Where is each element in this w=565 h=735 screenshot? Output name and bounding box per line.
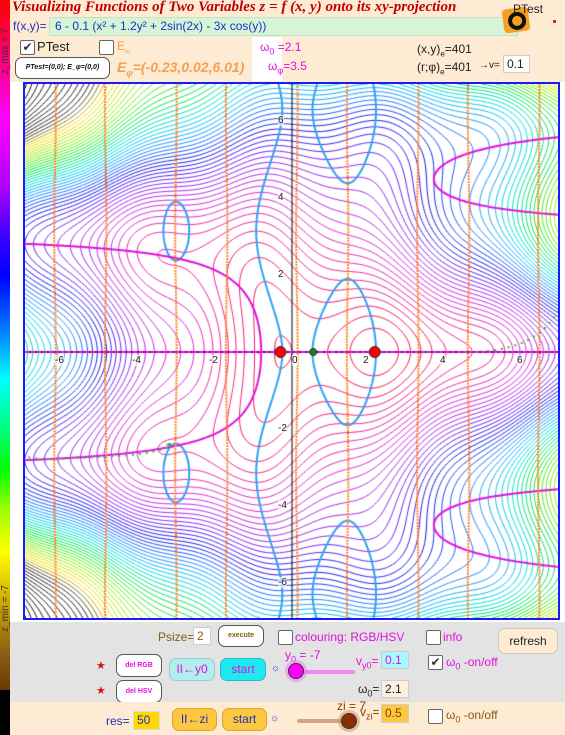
y0-animation-icon: ☼ xyxy=(271,663,281,674)
execute-button[interactable]: execute xyxy=(218,625,264,647)
star-icon-hsv: ★ xyxy=(96,685,106,697)
star-icon-rgb: ★ xyxy=(96,660,106,672)
omega0-value: =2.1 xyxy=(274,40,302,54)
omegaphi-readout: ωφ=3.5 xyxy=(268,59,307,75)
omega0-input-sub: 0 xyxy=(367,688,373,699)
omega0-on-suffix: -on/off xyxy=(460,655,498,669)
app-title: Visualizing Functions of Two Variables z… xyxy=(12,0,457,15)
start-y0-button[interactable]: start xyxy=(220,658,266,681)
res-label: res= xyxy=(106,714,130,728)
y0-slider-track[interactable] xyxy=(295,670,355,674)
omega0-input-label: ω0= xyxy=(358,682,380,699)
y-tick-label: 4 xyxy=(278,192,284,203)
ein-checkbox[interactable] xyxy=(99,40,114,55)
xy-e-readout: (x,y)e=401 xyxy=(417,42,472,58)
e-phi-readout: Eφ=(-0.23,0.02,6.01) xyxy=(117,59,244,78)
omega0-on-label: ω0 -on/off xyxy=(446,655,498,671)
omega0-input-label-text: ω xyxy=(358,682,368,696)
reset-y0-button[interactable]: II←y0 xyxy=(169,658,215,681)
contour-canvas[interactable] xyxy=(25,84,558,618)
info-label: info xyxy=(443,630,463,644)
x-tick-label: -2 xyxy=(209,355,218,366)
y0-slider-handle[interactable] xyxy=(288,663,304,679)
y0-slider-value: = -7 xyxy=(296,648,321,662)
omegaphi-label: ω xyxy=(268,59,278,73)
ptest-reset-button[interactable]: PTest=(0,0); E_φ=(0,0) xyxy=(15,57,110,79)
v-input[interactable]: 0.1 xyxy=(503,55,530,73)
ptest-checkbox-label: PTest xyxy=(37,39,70,54)
rphi-e-label: (r;φ) xyxy=(417,60,441,74)
xy-e-value: =401 xyxy=(444,42,472,56)
vy0-input[interactable]: 0.1 xyxy=(381,651,409,669)
y-tick-label: 6 xyxy=(278,115,284,126)
omega0-off-label-text: ω xyxy=(446,708,456,722)
res-input[interactable]: 50 xyxy=(133,711,160,730)
marker-dot xyxy=(553,20,556,23)
vzi-input[interactable]: 0.5 xyxy=(381,704,409,723)
y0-slider-label: y0 = -7 xyxy=(285,648,320,664)
ptest-checkbox[interactable]: ✔ xyxy=(20,40,35,55)
del-hsv-button[interactable]: del HSV xyxy=(116,680,162,703)
omega0-on-label-text: ω xyxy=(446,655,456,669)
ein-label-sub: in xyxy=(125,49,130,56)
omega0-readout: ω0 =2.1 xyxy=(260,40,301,56)
omega0-input[interactable]: 2.1 xyxy=(381,680,409,698)
function-label: f(x,y)= xyxy=(13,19,47,33)
x-tick-label: -4 xyxy=(132,355,141,366)
y-tick-label: -4 xyxy=(278,500,287,511)
omega0-off-label: ω0 -on/off xyxy=(446,708,498,724)
y-tick-label: -2 xyxy=(278,423,287,434)
omegaphi-value: =3.5 xyxy=(283,59,307,73)
colouring-label: colouring: RGB/HSV xyxy=(295,630,405,644)
psize-input[interactable]: 2 xyxy=(193,627,211,645)
e-phi-value: =(-0.23,0.02,6.01) xyxy=(132,59,245,75)
start-zi-button[interactable]: start xyxy=(222,708,267,731)
ein-label-text: E xyxy=(117,39,126,53)
vy0-label: vy0= xyxy=(356,654,379,671)
omega0-off-suffix: -on/off xyxy=(460,708,498,722)
vzi-sub: zi xyxy=(366,711,373,722)
y-tick-label: -6 xyxy=(278,577,287,588)
vzi-label: vzi= xyxy=(360,705,380,722)
psize-label: Psize= xyxy=(158,630,195,644)
colouring-checkbox[interactable] xyxy=(278,630,293,645)
x-tick-label: 4 xyxy=(440,355,446,366)
omega0-off-checkbox[interactable] xyxy=(428,709,443,724)
xy-e-label: (x,y) xyxy=(417,42,441,56)
ptest-tool-label: PTest xyxy=(513,2,544,16)
z-color-scale-end xyxy=(0,690,10,735)
x-tick-label: 2 xyxy=(363,355,369,366)
x-tick-label: 6 xyxy=(517,355,523,366)
e-phi-label: E xyxy=(117,59,127,75)
y-tick-label: 2 xyxy=(278,269,284,280)
omega0-on-checkbox[interactable]: ✔ xyxy=(428,655,443,670)
x-tick-label: -6 xyxy=(55,355,64,366)
info-checkbox[interactable] xyxy=(426,630,441,645)
contour-plot[interactable]: -6 -4 -2 0 2 4 6 6 4 2 -2 -4 -6 xyxy=(23,82,560,620)
omega0-label: ω xyxy=(260,40,270,54)
del-rgb-button[interactable]: del RGB xyxy=(116,654,162,677)
vy0-sub: y0 xyxy=(362,660,372,671)
function-expression[interactable]: 6 - 0.1 (x² + 1.2y² + 2sin(2x) - 3x cos(… xyxy=(55,19,266,33)
rphi-e-value: =401 xyxy=(444,60,472,74)
zi-animation-icon: ☼ xyxy=(270,713,280,724)
ein-label: Ein xyxy=(117,39,130,55)
refresh-button[interactable]: refresh xyxy=(498,628,558,654)
v-label: →v= xyxy=(479,60,500,71)
x-tick-label: 0 xyxy=(292,355,298,366)
rphi-e-readout: (r;φ)e=401 xyxy=(417,60,472,76)
zi-slider-handle[interactable] xyxy=(341,713,357,729)
reset-zi-button[interactable]: II←zi xyxy=(172,708,217,731)
z-max-label: z_max = 7 xyxy=(0,28,11,75)
